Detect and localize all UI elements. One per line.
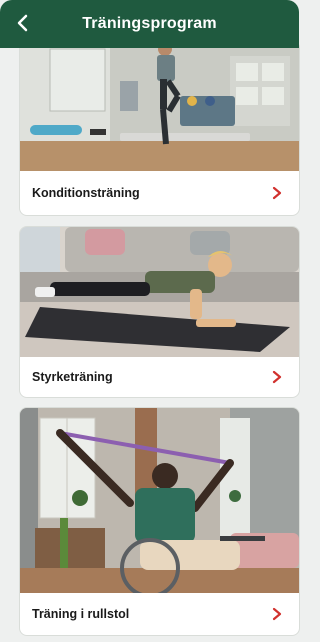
workout-photo xyxy=(20,408,299,593)
app-header: Träningsprogram xyxy=(0,0,299,48)
program-card-rullstol[interactable]: Träning i rullstol xyxy=(19,407,300,636)
program-label-row: Styrketräning xyxy=(20,357,299,397)
chevron-right-icon[interactable] xyxy=(269,185,285,201)
chevron-left-icon xyxy=(17,14,28,32)
program-card-kondition[interactable]: Konditionsträning xyxy=(19,40,300,216)
workout-photo xyxy=(20,227,299,357)
program-label-row: Träning i rullstol xyxy=(20,593,299,635)
page-title: Träningsprogram xyxy=(82,15,217,32)
chevron-right-icon[interactable] xyxy=(269,369,285,385)
program-card-styrka[interactable]: Styrketräning xyxy=(19,226,300,398)
program-label-row: Konditionsträning xyxy=(20,171,299,215)
program-label: Styrketräning xyxy=(32,370,113,384)
chevron-right-icon[interactable] xyxy=(269,606,285,622)
back-button[interactable] xyxy=(10,10,36,36)
workout-photo xyxy=(20,41,299,171)
program-label: Träning i rullstol xyxy=(32,607,130,621)
program-label: Konditionsträning xyxy=(32,186,140,200)
